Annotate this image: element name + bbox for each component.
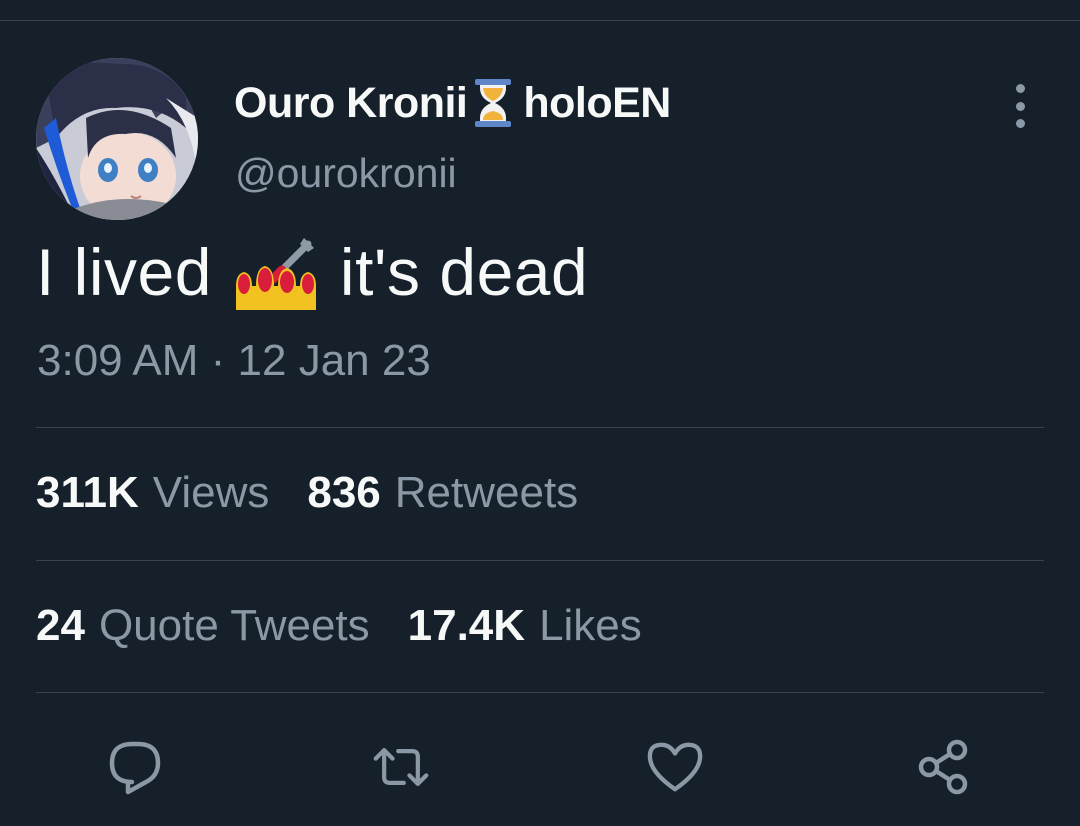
views-count: 311K bbox=[36, 468, 139, 517]
share-button[interactable] bbox=[914, 738, 972, 796]
likes-label: Likes bbox=[539, 601, 642, 650]
likes-stat[interactable]: 17.4K Likes bbox=[408, 601, 642, 651]
views-label: Views bbox=[152, 468, 270, 517]
more-options-button[interactable] bbox=[1004, 84, 1036, 128]
retweet-button[interactable] bbox=[372, 738, 430, 796]
stats-row-2: 24 Quote Tweets 17.4K Likes bbox=[36, 601, 680, 651]
hourglass-icon bbox=[473, 78, 513, 128]
like-icon bbox=[647, 742, 703, 792]
divider bbox=[36, 560, 1044, 561]
reply-icon bbox=[109, 741, 161, 795]
tweet-text-end: it's dead bbox=[339, 235, 589, 309]
nail-polish-icon bbox=[234, 234, 318, 310]
stats-row-1: 311K Views 836 Retweets bbox=[36, 468, 616, 518]
tweet-timestamp[interactable]: 3:09 AM · 12 Jan 23 bbox=[37, 336, 431, 386]
tweet-text: I lived it's dead bbox=[36, 232, 588, 312]
divider bbox=[36, 692, 1044, 693]
views-stat[interactable]: 311K Views bbox=[36, 468, 269, 518]
share-icon bbox=[918, 739, 968, 795]
reply-button[interactable] bbox=[106, 738, 164, 796]
retweet-icon bbox=[373, 748, 429, 786]
top-divider bbox=[0, 20, 1080, 21]
more-dot-icon bbox=[1015, 119, 1025, 128]
quote-tweets-count: 24 bbox=[36, 601, 85, 650]
divider bbox=[36, 427, 1044, 428]
avatar[interactable] bbox=[36, 58, 198, 220]
more-dot-icon bbox=[1015, 101, 1025, 111]
author-name-text: Ouro Kronii bbox=[234, 78, 468, 127]
retweets-count: 836 bbox=[307, 468, 381, 517]
like-button[interactable] bbox=[646, 738, 704, 796]
quote-tweets-label: Quote Tweets bbox=[98, 601, 370, 650]
more-dot-icon bbox=[1015, 84, 1025, 93]
likes-count: 17.4K bbox=[407, 601, 526, 650]
retweets-label: Retweets bbox=[394, 468, 579, 517]
author-handle[interactable]: @ourokronii bbox=[235, 150, 457, 197]
avatar-image bbox=[36, 58, 198, 220]
retweets-stat[interactable]: 836 Retweets bbox=[307, 468, 578, 518]
tweet-text-start: I lived bbox=[36, 235, 212, 309]
author-affiliation: holoEN bbox=[523, 78, 671, 127]
author-display-name[interactable]: Ouro Kronii holoEN bbox=[234, 76, 671, 130]
quote-tweets-stat[interactable]: 24 Quote Tweets bbox=[36, 601, 370, 651]
